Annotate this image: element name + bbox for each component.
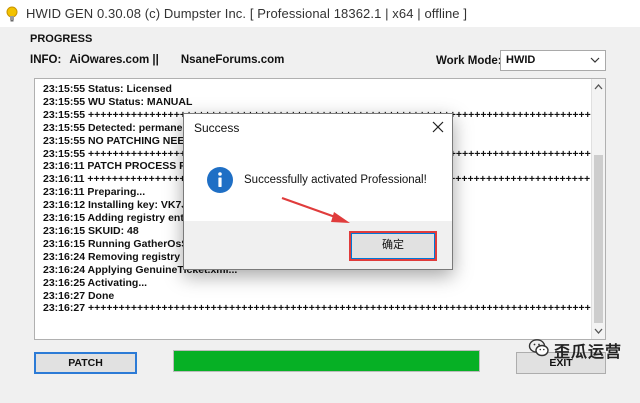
nsaneforums-link[interactable]: NsaneForums.com [181, 54, 285, 66]
title-bar: HWID GEN 0.30.08 (c) Dumpster Inc. [ Pro… [0, 0, 640, 28]
log-line: 23:15:55 WU Status: MANUAL [43, 95, 193, 108]
aiowares-link[interactable]: AiOwares.com || [69, 54, 159, 66]
wechat-icon [528, 339, 549, 357]
scroll-up-arrow-icon[interactable] [592, 80, 605, 94]
log-line: 23:15:55 Status: Licensed [43, 83, 172, 95]
dialog-footer: 确定 [184, 221, 452, 269]
progress-bar-fill [174, 351, 479, 371]
patch-button[interactable]: PATCH [34, 352, 137, 374]
watermark: 歪瓜运营 [528, 336, 632, 361]
close-icon[interactable] [432, 121, 444, 133]
dialog-title: Success [194, 121, 240, 135]
scrollbar-thumb[interactable] [594, 155, 603, 323]
progress-group-label: PROGRESS [30, 33, 93, 45]
info-row: INFO: AiOwares.com || NsaneForums.com [30, 54, 284, 66]
success-dialog: Success Successfully activated Professio… [183, 113, 453, 270]
dialog-body: Successfully activated Professional! [184, 142, 452, 221]
ok-button[interactable]: 确定 [349, 231, 437, 261]
progress-bar [173, 350, 480, 372]
lightbulb-icon [6, 6, 18, 22]
work-mode-label: Work Mode: [436, 55, 502, 67]
chevron-down-icon [590, 57, 600, 63]
info-icon [207, 167, 233, 193]
log-line: 23:16:27 +++++++++++++++++++++++++++++++… [43, 302, 591, 315]
watermark-text: 歪瓜运营 [554, 344, 623, 361]
log-line: 23:16:27 Done [43, 289, 115, 302]
info-label: INFO: [30, 54, 62, 66]
dialog-message: Successfully activated Professional! [244, 174, 427, 186]
window-title: HWID GEN 0.30.08 (c) Dumpster Inc. [ Pro… [26, 6, 468, 21]
work-mode-value: HWID [506, 54, 536, 66]
log-line: 23:16:25 Activating... [43, 276, 148, 289]
log-scrollbar[interactable] [591, 79, 605, 339]
work-mode-select[interactable]: HWID [500, 50, 606, 71]
